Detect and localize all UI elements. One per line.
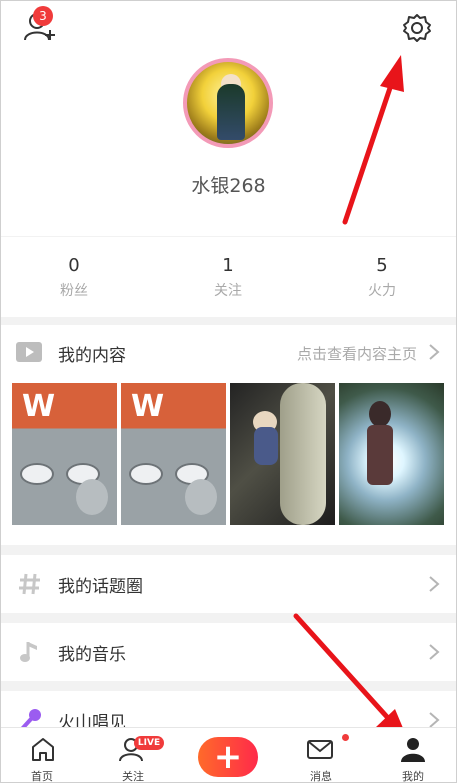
my-content-header[interactable]: 我的内容 点击查看内容主页 <box>0 325 457 381</box>
my-content-section: 我的内容 点击查看内容主页 W W <box>0 325 457 545</box>
avatar-image <box>183 58 273 148</box>
tab-messages[interactable]: 消息 <box>281 728 361 783</box>
username: 水银268 <box>191 175 266 197</box>
avatar[interactable] <box>183 58 273 148</box>
my-content-title: 我的内容 <box>58 346 126 366</box>
video-play-icon <box>16 342 42 362</box>
stat-following[interactable]: 1 关注 <box>168 255 288 300</box>
tab-follow[interactable]: 关注 <box>93 728 173 783</box>
stat-following-count: 1 <box>222 255 234 276</box>
live-badge: LIVE <box>134 736 164 750</box>
stat-firepower-count: 5 <box>376 255 388 276</box>
video-thumbnail[interactable] <box>230 383 335 525</box>
tab-messages-label: 消息 <box>310 770 332 783</box>
chevron-right-icon <box>429 576 440 592</box>
tab-follow-label: 关注 <box>122 770 144 783</box>
view-content-homepage-link[interactable]: 点击查看内容主页 <box>297 343 417 364</box>
settings-gear-icon[interactable] <box>401 12 433 44</box>
stat-fans[interactable]: 0 粉丝 <box>14 255 134 300</box>
stat-firepower[interactable]: 5 火力 <box>322 255 442 300</box>
mail-icon <box>307 740 333 759</box>
video-thumbnail[interactable] <box>339 383 444 525</box>
bottom-tab-bar: 首页 关注 LIVE + 消息 我的 <box>0 727 457 783</box>
chevron-right-icon <box>429 644 440 660</box>
tab-me-label: 我的 <box>402 770 424 783</box>
row-label: 我的话题圈 <box>58 577 143 597</box>
row-my-music[interactable]: 我的音乐 <box>0 623 457 681</box>
stat-following-label: 关注 <box>214 283 242 299</box>
create-button[interactable]: + <box>198 737 258 777</box>
message-notification-dot <box>342 734 349 741</box>
friend-request-badge: 3 <box>33 6 53 26</box>
tab-home[interactable]: 首页 <box>2 728 82 783</box>
stat-firepower-label: 火力 <box>368 283 396 299</box>
row-my-topics[interactable]: 我的话题圈 <box>0 555 457 613</box>
stat-fans-count: 0 <box>68 255 80 276</box>
tab-home-label: 首页 <box>31 770 53 783</box>
chevron-right-icon <box>429 344 440 360</box>
profile-section: 3 水银268 <box>0 0 457 236</box>
video-thumbnail[interactable]: W <box>121 383 226 525</box>
stat-fans-label: 粉丝 <box>60 283 88 299</box>
row-label: 我的音乐 <box>58 645 126 665</box>
video-thumbnail[interactable]: W <box>12 383 117 525</box>
profile-person-icon <box>401 738 425 762</box>
hash-icon <box>19 573 40 595</box>
music-note-icon <box>20 642 37 662</box>
stats-bar: 0 粉丝 1 关注 5 火力 <box>0 237 457 317</box>
plus-icon: + <box>213 737 243 777</box>
tab-me[interactable]: 我的 <box>373 728 453 783</box>
home-icon <box>32 738 54 761</box>
